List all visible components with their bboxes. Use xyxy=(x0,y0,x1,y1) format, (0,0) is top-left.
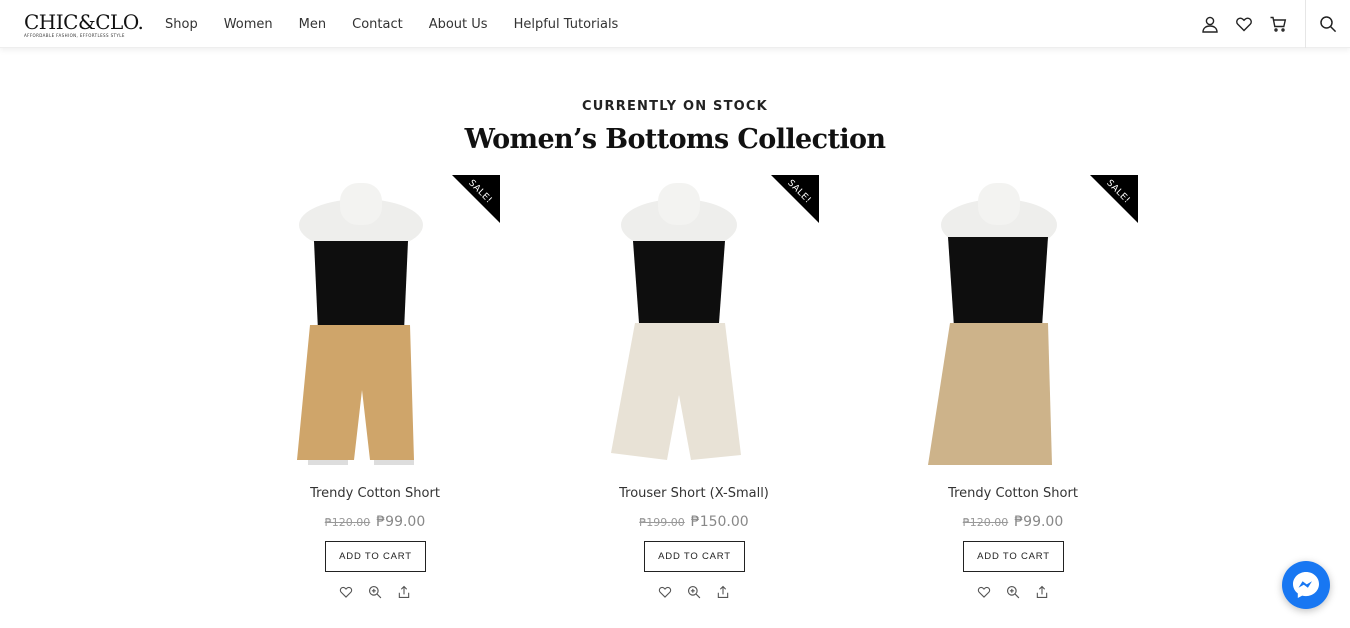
nav-women[interactable]: Women xyxy=(224,17,273,32)
main-nav: Shop Women Men Contact About Us Helpful … xyxy=(165,0,644,48)
heart-icon[interactable] xyxy=(1227,0,1261,48)
add-to-cart-button[interactable]: ADD TO CART xyxy=(963,541,1064,572)
cart-icon[interactable] xyxy=(1261,0,1295,48)
product-image[interactable]: SALE! xyxy=(569,175,819,467)
nav-men[interactable]: Men xyxy=(299,17,326,32)
add-to-cart-button[interactable]: ADD TO CART xyxy=(644,541,745,572)
product-name[interactable]: Trendy Cotton Short xyxy=(250,486,500,501)
product-card: SALE! Trendy Cotton Short ₱120.00 ₱99.00 … xyxy=(888,175,1138,599)
sale-price: ₱150.00 xyxy=(690,514,749,530)
search-button[interactable] xyxy=(1305,0,1350,48)
old-price: ₱120.00 xyxy=(324,516,371,529)
brand-name: CHIC&CLO. xyxy=(24,10,144,34)
product-price: ₱120.00 ₱99.00 xyxy=(250,514,500,530)
nav-about-us[interactable]: About Us xyxy=(429,17,488,32)
section-title: Women’s Bottoms Collection xyxy=(464,124,886,155)
header-actions xyxy=(1193,0,1350,48)
brand-tagline: AFFORDABLE FASHION, EFFORTLESS STYLE xyxy=(24,33,125,38)
product-price: ₱199.00 ₱150.00 xyxy=(569,514,819,530)
site-header: CHIC&CLO. AFFORDABLE FASHION, EFFORTLESS… xyxy=(0,0,1350,48)
heart-icon[interactable] xyxy=(970,584,999,600)
heart-icon[interactable] xyxy=(651,584,680,600)
product-price: ₱120.00 ₱99.00 xyxy=(888,514,1138,530)
product-name[interactable]: Trendy Cotton Short xyxy=(888,486,1138,501)
add-to-cart-button[interactable]: ADD TO CART xyxy=(325,541,426,572)
share-icon[interactable] xyxy=(1028,584,1057,600)
sale-price: ₱99.00 xyxy=(376,514,426,530)
zoom-icon[interactable] xyxy=(999,584,1028,600)
share-icon[interactable] xyxy=(709,584,738,600)
search-icon xyxy=(1320,16,1337,33)
product-image[interactable]: SALE! xyxy=(888,175,1138,467)
site-logo[interactable]: CHIC&CLO. AFFORDABLE FASHION, EFFORTLESS… xyxy=(24,10,144,42)
old-price: ₱199.00 xyxy=(639,516,685,529)
product-card: SALE! Trendy Cotton Short ₱120.00 ₱99.00 … xyxy=(250,175,500,599)
shorts-shape xyxy=(928,323,1052,465)
sale-badge: SALE! xyxy=(771,175,819,223)
product-card: SALE! Trouser Short (X-Small) ₱199.00 ₱15… xyxy=(569,175,819,599)
sale-price: ₱99.00 xyxy=(1014,514,1064,530)
zoom-icon[interactable] xyxy=(680,584,709,600)
product-name[interactable]: Trouser Short (X-Small) xyxy=(569,486,819,501)
product-actions xyxy=(250,584,500,600)
heart-icon[interactable] xyxy=(332,584,361,600)
shorts-shape xyxy=(611,323,741,460)
nav-helpful-tutorials[interactable]: Helpful Tutorials xyxy=(514,17,619,32)
nav-contact[interactable]: Contact xyxy=(352,17,403,32)
sale-badge: SALE! xyxy=(452,175,500,223)
messenger-chat-button[interactable] xyxy=(1282,561,1330,609)
old-price: ₱120.00 xyxy=(962,516,1009,529)
nav-shop[interactable]: Shop xyxy=(165,17,198,32)
sale-badge: SALE! xyxy=(1090,175,1138,223)
messenger-icon xyxy=(1293,572,1319,598)
product-actions xyxy=(569,584,819,600)
share-icon[interactable] xyxy=(390,584,419,600)
product-image[interactable]: SALE! xyxy=(250,175,500,467)
product-actions xyxy=(888,584,1138,600)
zoom-icon[interactable] xyxy=(361,584,390,600)
shorts-shape xyxy=(297,325,414,460)
section-eyebrow: CURRENTLY ON STOCK xyxy=(582,99,768,114)
user-icon[interactable] xyxy=(1193,0,1227,48)
